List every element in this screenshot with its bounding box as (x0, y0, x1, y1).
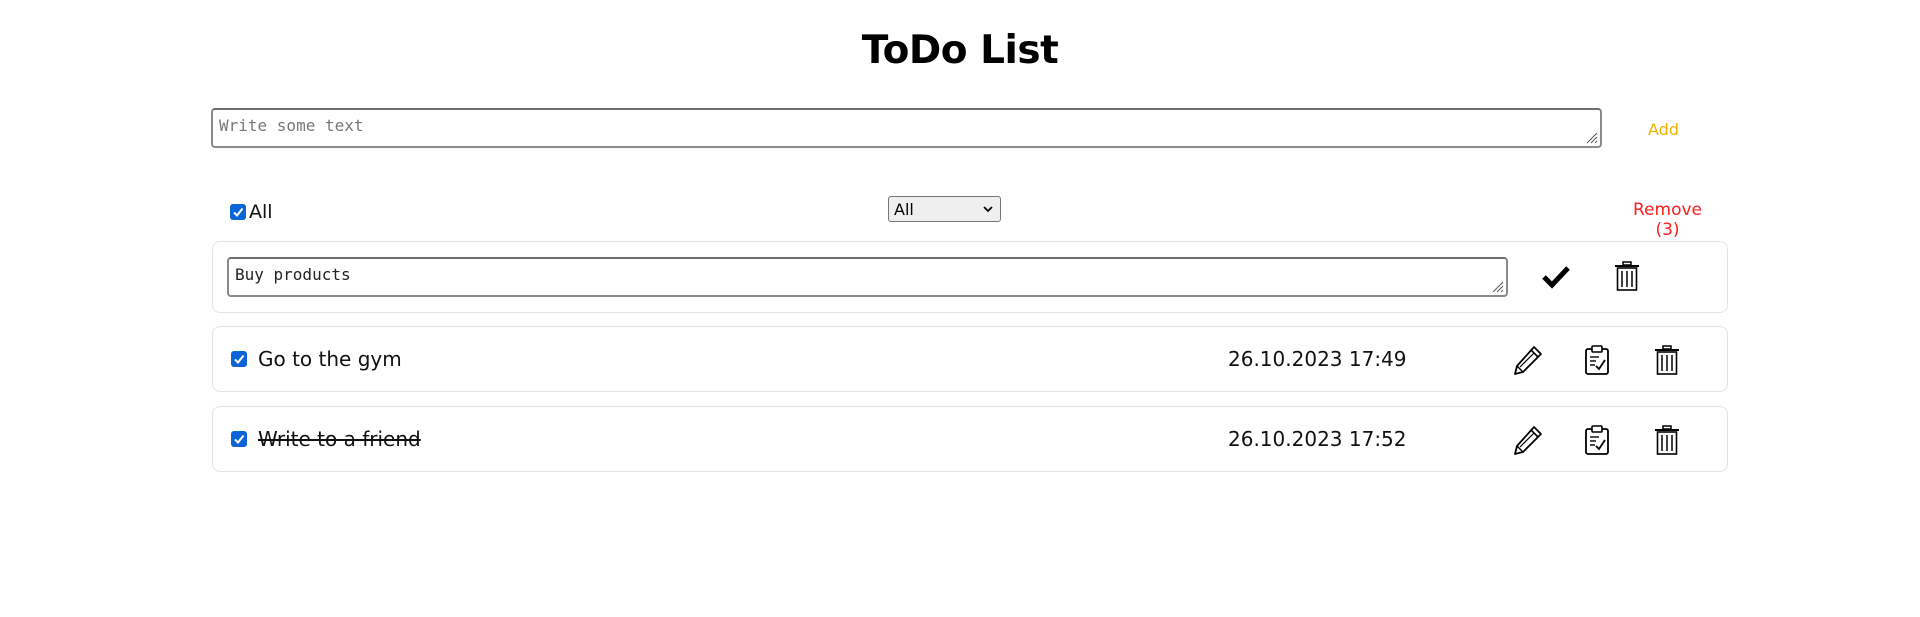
controls-bar: All All Remove (3) (230, 196, 1710, 240)
checkmark-icon (234, 354, 245, 365)
check-icon (1542, 266, 1570, 289)
trash-icon (1655, 345, 1679, 375)
new-task-input[interactable] (213, 110, 1600, 146)
chevron-down-icon (983, 206, 993, 213)
trash-icon (1655, 425, 1679, 455)
delete-button[interactable] (1649, 422, 1685, 458)
add-button[interactable]: Add (1648, 120, 1679, 139)
select-all-checkbox[interactable] (230, 204, 246, 220)
todo-text: Write to a friend (258, 427, 421, 451)
complete-button[interactable] (1579, 422, 1615, 458)
select-all-toggle[interactable]: All (230, 201, 273, 223)
checkmark-icon (234, 434, 245, 445)
filter-selected-value: All (894, 199, 914, 219)
clipboard-check-icon (1585, 425, 1609, 455)
filter-select[interactable]: All (888, 196, 1001, 222)
complete-button[interactable] (1579, 342, 1615, 378)
select-all-label: All (249, 201, 273, 223)
delete-button[interactable] (1609, 258, 1645, 294)
todo-item-editing (212, 241, 1728, 313)
resize-grip-icon[interactable] (1584, 130, 1598, 144)
delete-button[interactable] (1649, 342, 1685, 378)
clipboard-check-icon (1585, 345, 1609, 375)
pencil-icon (1514, 426, 1542, 455)
save-edit-button[interactable] (1538, 258, 1574, 294)
todo-item: Write to a friend 26.10.2023 17:52 (212, 406, 1728, 472)
new-task-field[interactable] (211, 108, 1602, 148)
edit-task-field[interactable] (227, 257, 1508, 297)
todo-checkbox[interactable] (231, 351, 247, 367)
todo-checkbox[interactable] (231, 431, 247, 447)
todo-page: ToDo List Add All All Remove (3) (0, 0, 1920, 617)
todo-text: Go to the gym (258, 347, 402, 371)
todo-date: 26.10.2023 17:49 (1228, 347, 1407, 371)
resize-grip-icon[interactable] (1490, 279, 1504, 293)
todo-item: Go to the gym 26.10.2023 17:49 (212, 326, 1728, 392)
edit-button[interactable] (1510, 342, 1546, 378)
edit-button[interactable] (1510, 422, 1546, 458)
remove-selected-button[interactable]: Remove (3) (1625, 200, 1710, 240)
todo-date: 26.10.2023 17:52 (1228, 427, 1407, 451)
pencil-icon (1514, 346, 1542, 375)
trash-icon (1615, 261, 1639, 291)
edit-task-input[interactable] (229, 259, 1506, 295)
checkmark-icon (233, 207, 244, 218)
page-title: ToDo List (861, 28, 1059, 73)
